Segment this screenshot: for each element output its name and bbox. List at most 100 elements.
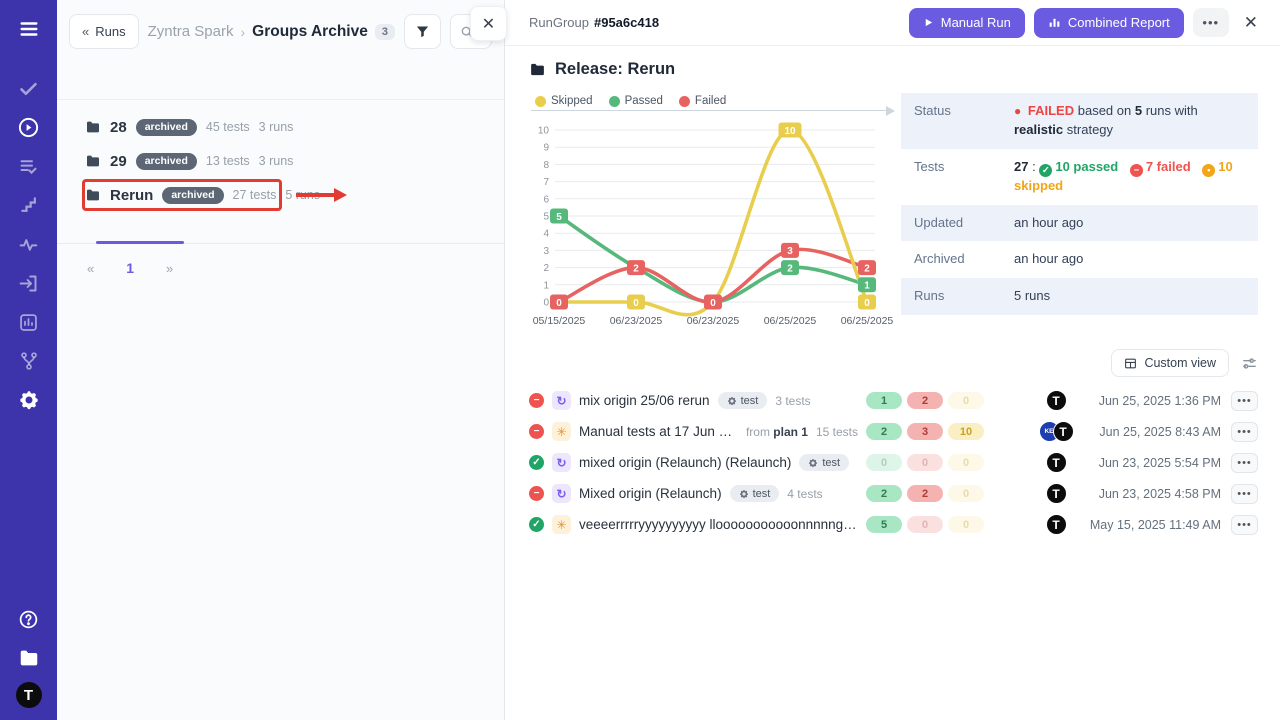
menu-icon[interactable] — [14, 14, 44, 44]
branch-icon[interactable] — [14, 346, 44, 376]
combined-report-button[interactable]: Combined Report — [1034, 8, 1184, 38]
runs-row: Runs 5 runs — [901, 278, 1258, 315]
rungroup-id: #95a6c418 — [594, 15, 659, 30]
svg-text:06/23/2025: 06/23/2025 — [610, 315, 663, 327]
svg-text:3: 3 — [543, 246, 549, 257]
rungroup-title: Release: Rerun — [529, 60, 1258, 79]
pagination-next[interactable]: » — [160, 257, 179, 280]
panel-close-button[interactable]: ✕ — [470, 6, 507, 41]
run-row[interactable]: − ↻ Mixed origin (Relaunch) test 4 tests… — [529, 478, 1258, 509]
legend-item-skipped[interactable]: Skipped — [535, 95, 593, 107]
breadcrumb-project[interactable]: Zyntra Spark — [148, 23, 234, 40]
activity-pulse-icon[interactable] — [14, 229, 44, 259]
back-to-runs-button[interactable]: « Runs — [69, 14, 139, 49]
legend-item-passed[interactable]: Passed — [609, 95, 663, 107]
projects-folder-icon[interactable] — [14, 643, 44, 673]
user-avatar[interactable]: T — [16, 682, 42, 708]
group-row[interactable]: Rerun archived 27 tests 5 runs — [57, 178, 504, 212]
run-title[interactable]: mixed origin (Relaunch) (Relaunch) — [579, 455, 791, 470]
groups-panel-header: « Runs Zyntra Spark › Groups Archive 3 ✕ — [57, 0, 504, 100]
close-detail-icon[interactable]: ✕ — [1238, 9, 1264, 37]
run-row-menu-button[interactable]: ••• — [1231, 422, 1258, 442]
svg-text:2: 2 — [633, 263, 639, 274]
archived-badge: archived — [162, 187, 223, 204]
run-type-icon: ↻ — [552, 391, 571, 410]
skipped-pill: 10 — [948, 423, 984, 440]
run-tag-pill[interactable]: test — [799, 454, 849, 471]
run-type-icon: ↻ — [552, 453, 571, 472]
breadcrumb-current: Groups Archive — [252, 23, 368, 41]
milestones-stairs-icon[interactable] — [14, 190, 44, 220]
run-count-pills: 2 3 10 — [866, 423, 991, 440]
avatar[interactable]: T — [1046, 390, 1067, 411]
avatar[interactable]: T — [1046, 514, 1067, 535]
avatar[interactable]: T — [1046, 483, 1067, 504]
run-row-menu-button[interactable]: ••• — [1231, 391, 1258, 411]
rungroup-header: RunGroup #95a6c418 Manual Run Combined R… — [505, 0, 1280, 46]
svg-text:2: 2 — [864, 263, 870, 274]
run-row-menu-button[interactable]: ••• — [1231, 484, 1258, 504]
svg-text:0: 0 — [864, 298, 870, 309]
archived-row: Archived an hour ago — [901, 241, 1258, 278]
avatar[interactable]: T — [1046, 452, 1067, 473]
run-row-menu-button[interactable]: ••• — [1231, 515, 1258, 535]
pagination-prev[interactable]: « — [81, 257, 100, 280]
more-actions-button[interactable]: ••• — [1193, 8, 1229, 37]
run-tests-count: 3 tests — [775, 394, 810, 408]
tests-passed: 10 passed — [1055, 159, 1118, 174]
svg-text:7: 7 — [543, 177, 549, 188]
runs-play-icon[interactable] — [14, 112, 44, 142]
filter-sliders-icon[interactable] — [1241, 355, 1258, 372]
run-title[interactable]: Manual tests at 17 Jun 2025 10:09 — [579, 424, 738, 439]
run-count-pills: 5 0 0 — [866, 516, 991, 533]
group-row[interactable]: 29 archived 13 tests 3 runs — [57, 144, 504, 178]
manual-run-button[interactable]: Manual Run — [909, 8, 1025, 38]
run-title[interactable]: veeeerrrrryyyyyyyyyy llooooooooooonnnnng… — [579, 517, 858, 532]
help-icon[interactable] — [14, 604, 44, 634]
list-toolbar: Custom view — [529, 349, 1258, 377]
svg-text:0: 0 — [633, 298, 639, 309]
gear-icon — [808, 458, 818, 468]
archived-badge: archived — [136, 119, 197, 136]
status-value: FAILED — [1028, 103, 1074, 118]
pull-requests-icon[interactable] — [14, 268, 44, 298]
avatar[interactable]: T — [1053, 421, 1074, 442]
run-title[interactable]: mix origin 25/06 rerun — [579, 393, 710, 408]
run-date: May 15, 2025 11:49 AM — [1085, 518, 1221, 532]
group-row[interactable]: 28 archived 45 tests 3 runs — [57, 110, 504, 144]
breadcrumb-separator: › — [240, 24, 245, 40]
run-status-icon: ✓ — [529, 517, 544, 532]
updated-value: an hour ago — [1014, 214, 1083, 233]
folder-icon — [85, 187, 101, 203]
svg-text:05/15/2025: 05/15/2025 — [533, 315, 586, 327]
skipped-dot-icon: • — [1202, 164, 1215, 177]
run-row[interactable]: ✓ ↻ mixed origin (Relaunch) (Relaunch) t… — [529, 447, 1258, 478]
run-tag-pill[interactable]: test — [718, 392, 768, 409]
play-icon — [923, 17, 934, 28]
svg-text:10: 10 — [538, 126, 550, 137]
settings-gear-icon[interactable] — [14, 385, 44, 415]
run-tag-pill[interactable]: test — [730, 485, 780, 502]
svg-text:0: 0 — [710, 298, 716, 309]
run-row[interactable]: − ↻ mix origin 25/06 rerun test 3 tests … — [529, 385, 1258, 416]
tests-check-icon[interactable] — [14, 73, 44, 103]
reports-chart-icon[interactable] — [14, 307, 44, 337]
run-title[interactable]: Mixed origin (Relaunch) — [579, 486, 722, 501]
run-row-menu-button[interactable]: ••• — [1231, 453, 1258, 473]
failed-pill: 0 — [907, 516, 943, 533]
run-row[interactable]: ✓ ✳ veeeerrrrryyyyyyyyyy llooooooooooonn… — [529, 509, 1258, 540]
group-runs-count: 3 runs — [259, 154, 294, 168]
group-list: 28 archived 45 tests 3 runs 29 archived … — [57, 100, 504, 212]
filter-button[interactable] — [404, 14, 441, 49]
rungroup-body: Release: Rerun SkippedPassedFailed 01234… — [505, 46, 1280, 540]
funnel-icon — [415, 24, 430, 39]
pagination-page-1[interactable]: 1 — [120, 256, 140, 280]
run-avatars: T — [1027, 390, 1085, 411]
passed-pill: 2 — [866, 485, 902, 502]
run-status-icon: − — [529, 424, 544, 439]
custom-view-button[interactable]: Custom view — [1111, 349, 1229, 377]
svg-text:0: 0 — [556, 298, 562, 309]
test-plans-icon[interactable] — [14, 151, 44, 181]
legend-item-failed[interactable]: Failed — [679, 95, 726, 107]
run-row[interactable]: − ✳ Manual tests at 17 Jun 2025 10:09 fr… — [529, 416, 1258, 447]
